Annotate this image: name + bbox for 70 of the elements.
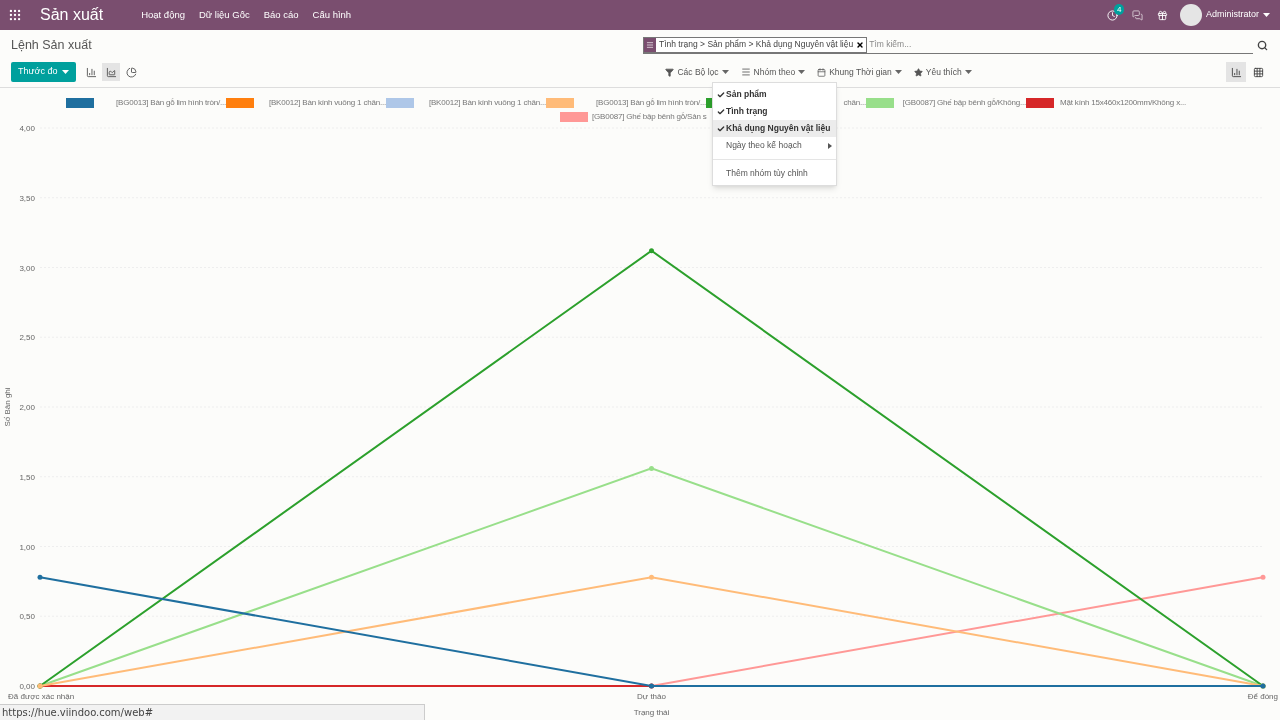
status-url: https://hue.viindoo.com/web# — [0, 704, 425, 720]
x-axis-title: Trạng thái — [633, 708, 670, 717]
nav-menu-item[interactable]: Báo cáo — [263, 7, 299, 23]
search-facet[interactable]: Tình trạng > Sản phẩm > Khả dụng Nguyên vật liệu — [643, 36, 868, 53]
y-tick-label: 3,00 — [19, 263, 35, 273]
app-title: Sản xuất — [40, 5, 104, 25]
legend-label[interactable]: Mặt kính 15x460x1200mm/Không x... — [1054, 97, 1186, 109]
dropdown-item[interactable]: Tình trạng — [713, 103, 836, 120]
breadcrumb: Lệnh Sản xuất — [11, 36, 93, 54]
caret-icon — [721, 70, 729, 74]
legend-label[interactable]: [GB0087] Ghế bập bênh gỗ/Không... — [894, 97, 1026, 109]
legend-label[interactable]: [GB0087] Ghế bập bênh gỗ/Sản s — [592, 111, 707, 123]
y-axis-title: Số Bản ghi — [3, 387, 12, 427]
calendar-icon — [817, 67, 827, 77]
area-chart-icon[interactable] — [102, 63, 121, 81]
dropdown-item[interactable]: Thêm nhóm tùy chỉnh — [713, 165, 836, 182]
legend-label[interactable]: [BK0012] Bàn kính vuông 1 chân... — [414, 97, 546, 109]
y-tick-label: 2,50 — [19, 333, 35, 343]
filter-icon — [665, 67, 675, 77]
caret-icon — [62, 70, 70, 74]
search-field[interactable]: Tình trạng > Sản phẩm > Khả dụng Nguyên vật liệu Tìm kiếm... — [643, 36, 1253, 54]
dropdown-item[interactable]: Ngày theo kế hoạch — [713, 137, 836, 154]
user-name[interactable]: Administrator — [1206, 8, 1259, 22]
legend-swatch[interactable] — [66, 98, 94, 108]
legend-label[interactable]: [BK0012] Bàn kính vuông 1 chân... — [254, 97, 386, 109]
x-tick-label: Để đóng — [1247, 692, 1278, 701]
menu-icon — [740, 67, 751, 77]
y-tick-label: 0,50 — [19, 612, 35, 622]
legend-swatch[interactable] — [1026, 98, 1054, 108]
legend-swatch[interactable] — [560, 112, 588, 122]
y-tick-label: 0,00 — [19, 682, 35, 691]
y-tick-label: 1,00 — [19, 542, 35, 552]
star-icon — [913, 67, 923, 77]
dropdown-item[interactable]: Khả dụng Nguyên vật liệu — [713, 120, 836, 137]
caret-icon — [894, 70, 902, 74]
close-icon[interactable] — [856, 40, 865, 49]
avatar[interactable] — [1180, 4, 1202, 26]
search-input[interactable]: Tìm kiếm... — [869, 38, 1253, 51]
legend-swatch[interactable] — [386, 98, 414, 108]
caret-icon — [798, 70, 806, 74]
y-tick-label: 3,50 — [19, 193, 35, 203]
caret-icon — [964, 70, 972, 74]
filter-dropdown-button[interactable]: Các Bộ lọc — [665, 65, 729, 79]
legend-swatch[interactable] — [866, 98, 894, 108]
y-tick-label: 4,00 — [19, 124, 35, 133]
caret-icon — [828, 142, 832, 149]
activity-icon[interactable] — [1107, 9, 1118, 21]
bar-chart-icon[interactable] — [1226, 62, 1246, 82]
y-tick-label: 1,50 — [19, 472, 35, 482]
y-tick-label: 2,00 — [19, 403, 35, 412]
x-tick-label: Đã được xác nhận — [8, 692, 75, 701]
filter-dropdown-button[interactable]: Yêu thích — [913, 65, 972, 79]
dropdown-item[interactable]: Sản phẩm — [713, 86, 836, 103]
legend-label[interactable]: [BG0013] Bàn gỗ lim hình tròn/... — [94, 97, 226, 109]
caret-icon — [1263, 13, 1270, 17]
legend-swatch[interactable] — [226, 98, 254, 108]
filter-dropdown-button[interactable]: Khung Thời gian — [817, 65, 902, 79]
nav-menu-item[interactable]: Dữ liệu Gốc — [199, 7, 250, 23]
chat-icon[interactable] — [1132, 9, 1143, 21]
filter-dropdown-button[interactable]: Nhóm theo — [740, 65, 806, 79]
gift-icon[interactable] — [1157, 9, 1168, 21]
notification-badge: 4 — [1114, 3, 1125, 15]
apps-menu-icon[interactable] — [8, 8, 22, 22]
x-tick-label: Dự thảo — [637, 692, 666, 701]
group-icon — [646, 40, 654, 49]
nav-menu-item[interactable]: Cấu hình — [312, 7, 352, 23]
legend-swatch[interactable] — [546, 98, 574, 108]
nav-menu-item[interactable]: Hoạt động — [141, 7, 185, 23]
legend-label[interactable]: [BG0013] Bàn gỗ lim hình tròn/... — [574, 97, 706, 109]
search-icon[interactable] — [1257, 39, 1268, 51]
